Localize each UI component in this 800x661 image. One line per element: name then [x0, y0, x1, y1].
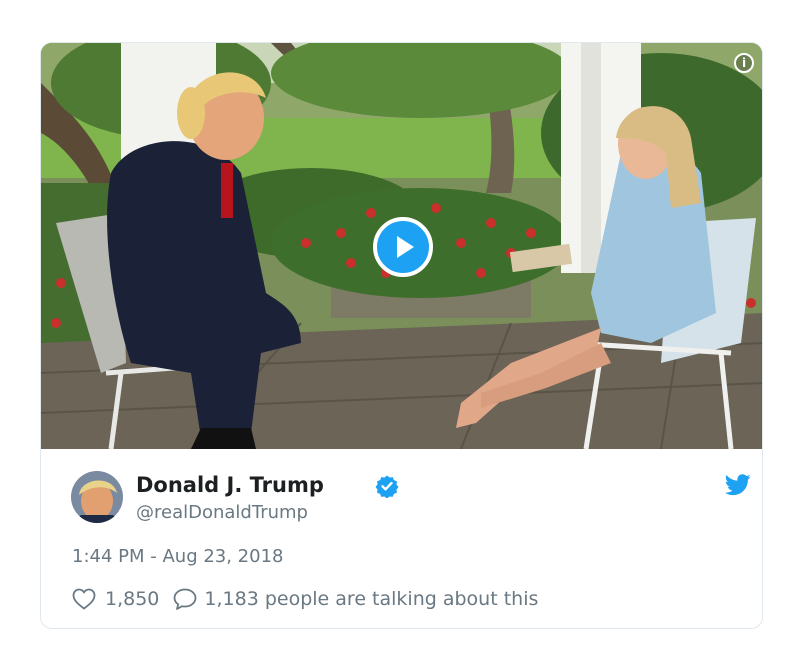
play-button[interactable]: [373, 217, 433, 277]
like-action[interactable]: 1,850: [72, 588, 159, 610]
twitter-bird-icon[interactable]: [725, 474, 751, 496]
info-icon[interactable]: i: [734, 53, 754, 73]
play-icon: [397, 236, 414, 258]
heart-outline-icon: [72, 588, 96, 610]
author-name[interactable]: Donald J. Trump: [136, 473, 324, 497]
reply-action[interactable]: 1,183 people are talking about this: [159, 588, 538, 610]
speech-bubble-icon: [174, 588, 197, 610]
avatar-image: [71, 471, 123, 523]
video-thumbnail[interactable]: i: [41, 43, 762, 449]
tweet-timestamp[interactable]: 1:44 PM - Aug 23, 2018: [72, 546, 284, 567]
avatar[interactable]: [71, 471, 123, 523]
verified-badge-icon: [375, 475, 399, 498]
like-count: 1,850: [105, 588, 160, 610]
tweet-author: Donald J. Trump @realDonaldTrump: [71, 471, 751, 525]
embedded-tweet-card: i Donald J. Trump @realDonaldTrump 1:44 …: [40, 42, 763, 629]
tweet-actions: 1,850 1,183 people are talking about thi…: [72, 586, 538, 612]
author-handle[interactable]: @realDonaldTrump: [136, 502, 308, 523]
replies-text: 1,183 people are talking about this: [204, 588, 539, 610]
